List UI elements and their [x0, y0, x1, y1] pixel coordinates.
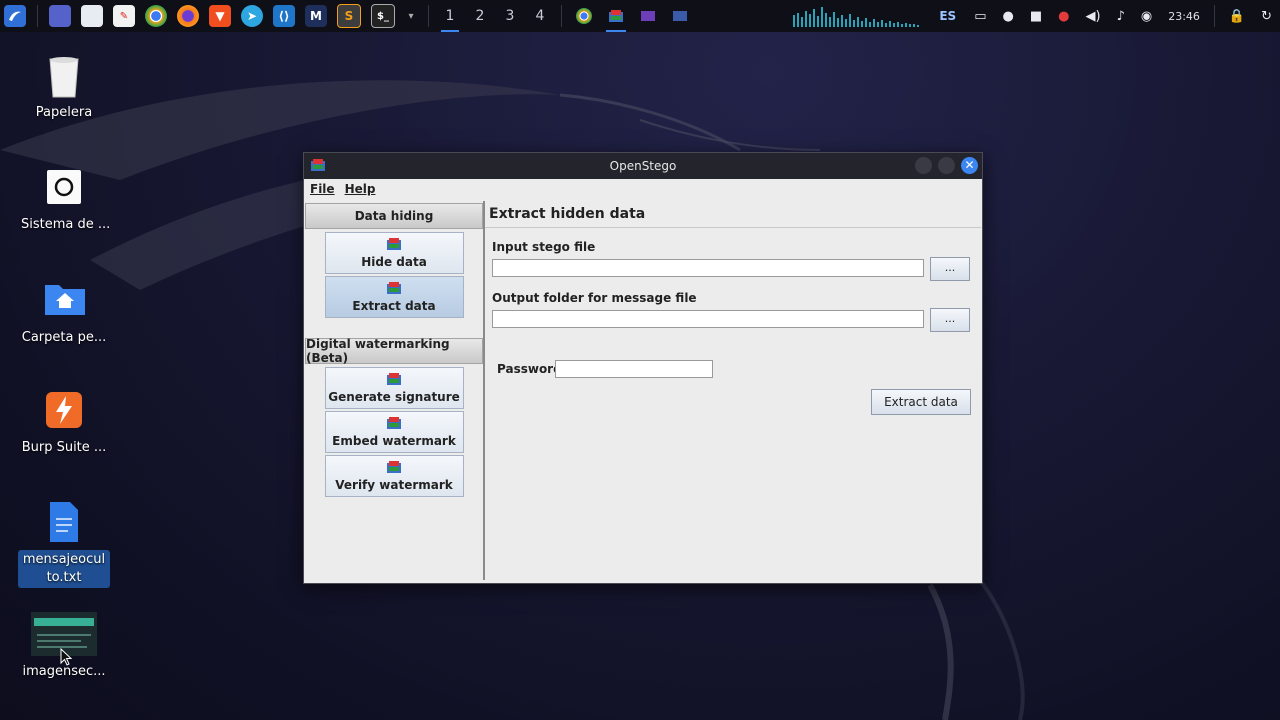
- desktop-icon-text-file[interactable]: mensajeoculto.txt: [18, 502, 110, 588]
- task-window-2[interactable]: [632, 0, 664, 32]
- group-label: Digital watermarking (Beta): [306, 337, 450, 365]
- window-title: OpenStego: [609, 159, 677, 173]
- brave-icon[interactable]: ▼: [209, 5, 231, 27]
- openstego-icon: [387, 282, 401, 294]
- menu-file[interactable]: File: [310, 182, 335, 196]
- chevron-down-icon[interactable]: ▾: [405, 5, 417, 27]
- audio-visualizer: [793, 7, 920, 27]
- extract-panel: Extract hidden data Input stego file ...…: [485, 201, 981, 580]
- nav-embed-watermark-button[interactable]: Embed watermark: [324, 411, 464, 453]
- trash-icon: [44, 55, 84, 98]
- task-openstego[interactable]: [600, 0, 632, 32]
- home-folder-icon: [44, 280, 85, 320]
- group-digital-watermarking[interactable]: Digital watermarking (Beta): [305, 337, 483, 365]
- browse-input-button[interactable]: ...: [930, 257, 970, 281]
- power-status-icon[interactable]: ◉: [1141, 9, 1152, 24]
- system-tray: ES ▭ ● ■ ● ◀) ♪ ◉ 23:46 🔒 ↻: [793, 0, 1280, 32]
- lock-icon[interactable]: 🔒: [1229, 9, 1245, 24]
- password-field[interactable]: [555, 360, 713, 378]
- menu-help[interactable]: Help: [345, 182, 376, 196]
- close-icon: ✕: [964, 158, 975, 172]
- burp-icon: [44, 390, 84, 430]
- minimize-button[interactable]: [915, 157, 932, 174]
- menubar: File Help: [304, 179, 982, 199]
- output-folder-field[interactable]: [492, 310, 924, 328]
- chrome-icon: [576, 8, 592, 24]
- nav-verify-watermark-button[interactable]: Verify watermark: [324, 455, 464, 497]
- desktop-icon-label: Sistema de ...: [21, 217, 110, 232]
- extract-data-button[interactable]: Extract data: [871, 389, 971, 415]
- keyboard-layout[interactable]: ES: [939, 9, 956, 23]
- desktop-icon-burp[interactable]: Burp Suite ...: [18, 390, 110, 458]
- openstego-icon: [311, 159, 325, 171]
- record-icon[interactable]: ●: [1003, 9, 1014, 24]
- workspace-1[interactable]: 1: [435, 0, 465, 32]
- input-stego-file-field[interactable]: [492, 259, 924, 277]
- clock[interactable]: 23:46: [1168, 10, 1200, 23]
- password-label: Password: [497, 362, 562, 376]
- nav-extract-data-button[interactable]: Extract data: [324, 276, 464, 318]
- openstego-icon: [387, 417, 401, 429]
- desktop-icon-label: Burp Suite ...: [21, 440, 107, 455]
- close-button[interactable]: ✕: [961, 157, 978, 174]
- workspace-2[interactable]: 2: [465, 0, 495, 32]
- chrome-icon[interactable]: [145, 5, 167, 27]
- firefox-icon[interactable]: [177, 5, 199, 27]
- terminal-icon[interactable]: $_: [371, 4, 395, 28]
- openstego-window: OpenStego ✕ File Help Data hiding Hide d…: [303, 152, 983, 584]
- navigation-pane: Data hiding Hide data Extract data Digit…: [305, 201, 485, 580]
- desktop-icon-image-file[interactable]: imagensec...: [18, 612, 110, 682]
- desktop-icon-label: Papelera: [35, 105, 93, 120]
- nav-label: Generate signature: [328, 390, 460, 404]
- nav-label: Extract data: [352, 299, 436, 313]
- nav-generate-signature-button[interactable]: Generate signature: [324, 367, 464, 409]
- openstego-icon: [387, 373, 401, 385]
- desktop-icon-label: Carpeta pe...: [21, 330, 107, 345]
- openstego-icon: [609, 10, 623, 22]
- group-data-hiding[interactable]: Data hiding: [305, 203, 483, 229]
- telegram-icon[interactable]: ➤: [241, 5, 263, 27]
- camera-icon[interactable]: ■: [1030, 9, 1042, 24]
- workspace-4[interactable]: 4: [525, 0, 555, 32]
- group-label: Data hiding: [354, 209, 434, 223]
- desktop-icon-system[interactable]: Sistema de ...: [18, 167, 110, 235]
- sublime-icon[interactable]: S: [337, 4, 361, 28]
- desktop-icon[interactable]: [49, 5, 71, 27]
- desktop-icon-label: mensajeoculto.txt: [18, 550, 110, 588]
- openstego-icon: [387, 461, 401, 473]
- nav-label: Embed watermark: [332, 434, 456, 448]
- volume-icon[interactable]: ◀): [1085, 9, 1100, 24]
- nav-hide-data-button[interactable]: Hide data: [324, 232, 464, 274]
- openstego-icon: [387, 238, 401, 250]
- pdf-icon[interactable]: ✎: [113, 5, 135, 27]
- screen-icon[interactable]: ▭: [974, 9, 986, 24]
- folder-icon[interactable]: [81, 5, 103, 27]
- output-folder-label: Output folder for message file: [492, 291, 697, 305]
- kali-menu-icon[interactable]: [4, 5, 26, 27]
- vscode-icon[interactable]: ⟨⟩: [273, 5, 295, 27]
- mouse-cursor-icon: [60, 648, 72, 666]
- taskbar: ✎ ▼ ➤ ⟨⟩ M S $_ ▾ 1 2 3 4 ES ▭ ● ■ ● ◀) …: [0, 0, 1280, 32]
- window-titlebar[interactable]: OpenStego ✕: [304, 153, 982, 179]
- panel-title: Extract hidden data: [485, 201, 981, 228]
- task-chrome[interactable]: [568, 0, 600, 32]
- browse-output-button[interactable]: ...: [930, 308, 970, 332]
- input-stego-file-label: Input stego file: [492, 240, 596, 254]
- nav-label: Verify watermark: [335, 478, 453, 492]
- logout-icon[interactable]: ↻: [1261, 9, 1272, 24]
- maximize-button[interactable]: [938, 157, 955, 174]
- workspace-3[interactable]: 3: [495, 0, 525, 32]
- microphone-icon[interactable]: ●: [1058, 9, 1069, 24]
- system-icon: [44, 167, 84, 207]
- desktop-icon-home-folder[interactable]: Carpeta pe...: [18, 280, 110, 348]
- desktop-icon-trash[interactable]: Papelera: [18, 55, 110, 123]
- notification-bell-icon[interactable]: ♪: [1117, 9, 1125, 24]
- text-file-icon: [44, 502, 84, 542]
- maltego-icon[interactable]: M: [305, 5, 327, 27]
- nav-label: Hide data: [361, 255, 427, 269]
- task-window-3[interactable]: [664, 0, 696, 32]
